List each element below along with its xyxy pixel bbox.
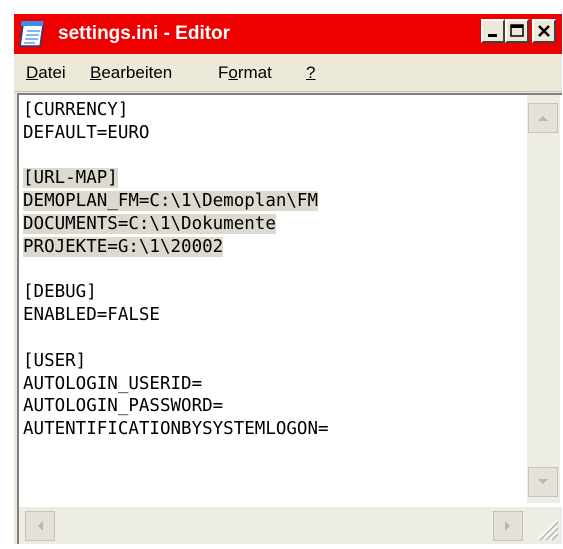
menu-format[interactable]: Format — [218, 63, 272, 83]
vertical-scrollbar[interactable] — [527, 95, 560, 503]
minimize-button[interactable] — [481, 19, 505, 43]
editor-line-text: [CURRENCY] — [23, 100, 129, 120]
editor-text-area[interactable]: [CURRENCY] DEFAULT=EURO [URL-MAP] DEMOPLAN_… — [19, 95, 521, 503]
editor-line-text: ENABLED=FALSE — [23, 305, 160, 326]
maximize-button[interactable] — [505, 19, 529, 43]
menu-help-accel: ? — [306, 63, 316, 82]
editor-frame: [CURRENCY] DEFAULT=EURO [URL-MAP] DEMOPLAN_… — [17, 93, 562, 544]
editor-line-text: PROJEKTE=G:\1\20002 — [23, 236, 224, 257]
editor-line: AUTOLOGIN_PASSWORD= — [23, 395, 521, 418]
editor-line: AUTENTIFICATIONBYSYSTEMLOGON= — [23, 418, 521, 441]
editor-line: DEFAULT=EURO — [23, 122, 521, 145]
menu-bearbeiten-accel: B — [90, 63, 102, 82]
scroll-right-button[interactable] — [493, 511, 523, 541]
editor-line: PROJEKTE=G:\1\20002 — [23, 236, 521, 259]
menu-datei[interactable]: Datei — [26, 63, 66, 83]
close-button[interactable] — [532, 19, 556, 43]
scroll-left-button[interactable] — [25, 511, 55, 541]
resize-grip[interactable] — [527, 507, 562, 544]
editor-line-text: [DEBUG] — [23, 282, 97, 303]
editor-line: DOCUMENTS=C:\1\Dokumente — [23, 213, 521, 236]
resize-grip-icon — [527, 520, 562, 548]
scroll-up-button[interactable] — [528, 103, 558, 133]
editor-line: ENABLED=FALSE — [23, 304, 521, 327]
menu-bearbeiten[interactable]: Bearbeiten — [90, 63, 172, 83]
editor-line: [URL-MAP] — [23, 167, 521, 190]
editor-line: [DEBUG] — [23, 281, 521, 304]
notepad-icon[interactable] — [18, 18, 50, 50]
menu-bar: Datei Bearbeiten Format ? — [14, 54, 562, 92]
menu-format-pre: F — [218, 63, 229, 82]
menu-bearbeiten-label: earbeiten — [101, 63, 173, 82]
menu-format-accel: o — [228, 63, 238, 82]
editor-line-text: AUTENTIFICATIONBYSYSTEMLOGON= — [23, 419, 329, 440]
editor-line-text: DOCUMENTS=C:\1\Dokumente — [23, 213, 276, 234]
editor-line: [USER] — [23, 350, 521, 373]
notepad-window: settings.ini - Editor Datei Bearbeiten F… — [14, 14, 562, 544]
editor-line-text: [URL-MAP] — [23, 168, 118, 189]
editor-line: AUTOLOGIN_USERID= — [23, 373, 521, 396]
editor-line-text: AUTOLOGIN_PASSWORD= — [23, 396, 224, 417]
menu-datei-label: atei — [38, 63, 66, 82]
horizontal-scrollbar[interactable] — [19, 507, 527, 544]
editor-line-text: DEMOPLAN_FM=C:\1\Demoplan\FM — [23, 191, 319, 212]
editor-line: [CURRENCY] — [23, 99, 521, 122]
editor-line: DEMOPLAN_FM=C:\1\Demoplan\FM — [23, 190, 521, 213]
window-title: settings.ini - Editor — [58, 23, 231, 44]
menu-format-label: rmat — [237, 63, 272, 82]
menu-datei-accel: D — [26, 63, 39, 82]
scroll-down-button[interactable] — [528, 467, 558, 497]
menu-help[interactable]: ? — [306, 63, 315, 83]
editor-line-text: [USER] — [23, 350, 87, 371]
editor-line-text: DEFAULT=EURO — [23, 122, 150, 143]
title-bar[interactable]: settings.ini - Editor — [14, 14, 562, 54]
editor-line-text: AUTOLOGIN_USERID= — [23, 373, 203, 394]
